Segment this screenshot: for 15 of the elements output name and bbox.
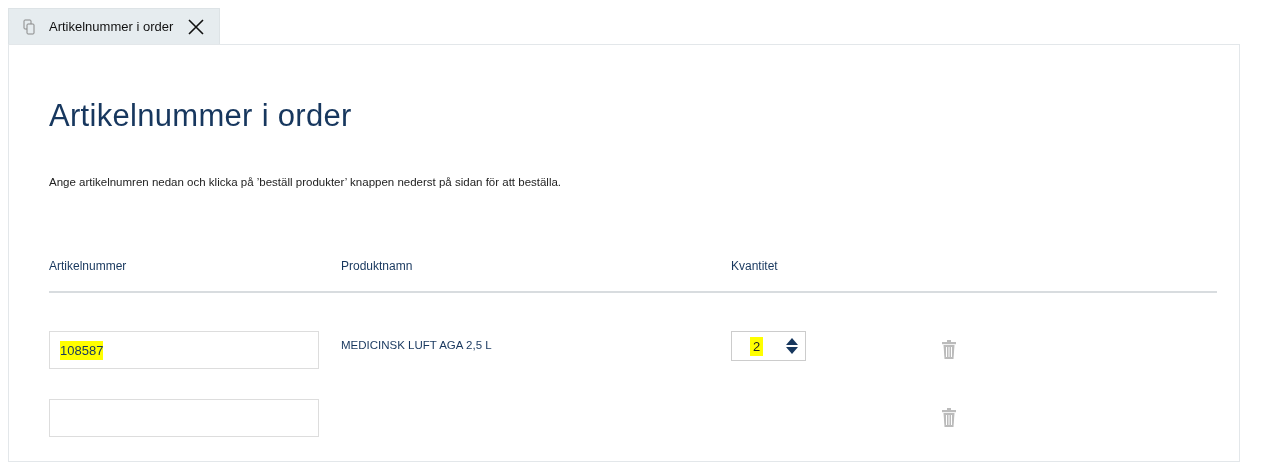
close-icon[interactable] xyxy=(187,17,206,36)
copy-icon xyxy=(23,18,35,35)
quantity-spinner[interactable]: 2 xyxy=(731,331,806,362)
up-down-arrows-icon[interactable] xyxy=(785,337,799,356)
column-header: Produktnamn xyxy=(341,259,413,274)
column-header: Artikelnummer xyxy=(49,259,127,274)
trash-icon[interactable] xyxy=(941,408,957,429)
trash-icon[interactable] xyxy=(941,340,957,361)
product-name: MEDICINSK LUFT AGA 2,5 L xyxy=(341,339,492,352)
column-header: Kvantitet xyxy=(731,259,778,274)
tab[interactable]: Artikelnummer i order xyxy=(8,8,221,44)
article-number-field[interactable]: 108587 xyxy=(49,331,319,370)
article-number-field[interactable] xyxy=(49,399,319,438)
instruction-text: Ange artikelnumren nedan och klicka på ’beställ produkter’ knappen nederst på sidan för att beställa. xyxy=(49,175,563,191)
page-title: Artikelnummer i order xyxy=(49,97,353,135)
